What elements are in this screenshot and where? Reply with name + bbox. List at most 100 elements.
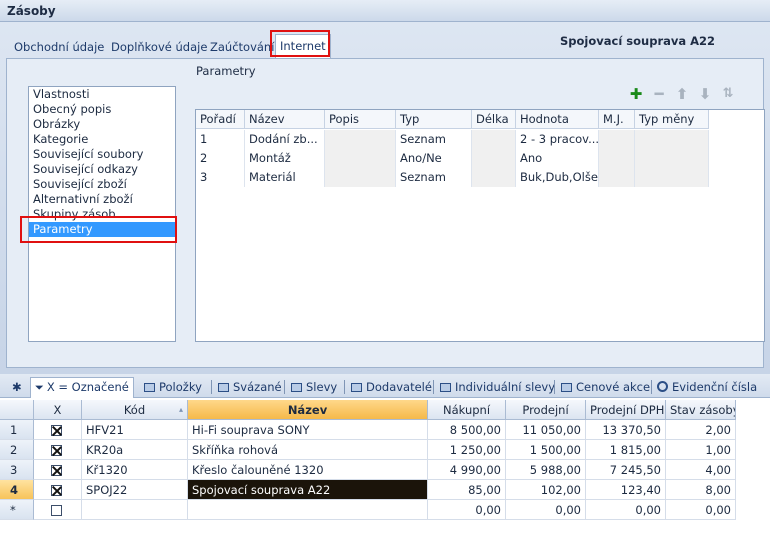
param-cell-hodnota[interactable]: Ano	[516, 149, 599, 168]
param-cell-delka[interactable]	[472, 149, 516, 168]
param-cell-typ[interactable]: Seznam	[396, 168, 472, 187]
sort-icon[interactable]: ⇅	[720, 86, 736, 102]
column-header-popis[interactable]: Popis	[325, 110, 396, 129]
param-cell-hodnota[interactable]: Buk,Dub,Olše	[516, 168, 599, 187]
cell-prodejni-dph[interactable]: 0,00	[586, 500, 666, 520]
param-cell-nazev[interactable]: Materiál	[245, 168, 325, 187]
row-header[interactable]: 2	[0, 440, 34, 460]
row-checkbox[interactable]	[34, 500, 82, 520]
param-cell-typ-meny[interactable]	[635, 130, 709, 149]
column-header-prodejni[interactable]: Prodejní	[506, 400, 586, 420]
column-header-kod[interactable]: Kód ▴	[82, 400, 188, 420]
cell-nakupni[interactable]: 8 500,00	[428, 420, 506, 440]
param-cell-popis[interactable]	[325, 168, 396, 187]
column-header-nakupni[interactable]: Nákupní	[428, 400, 506, 420]
column-header-typ[interactable]: Typ	[396, 110, 472, 129]
cell-kod[interactable]: HFV21	[82, 420, 188, 440]
column-header-delka[interactable]: Délka	[472, 110, 516, 129]
internet-nav-list[interactable]: Vlastnosti Obecný popis Obrázky Kategori…	[28, 86, 176, 342]
cell-nakupni[interactable]: 0,00	[428, 500, 506, 520]
nav-item-souvisejici-zbozi[interactable]: Související zboží	[29, 177, 175, 192]
row-header[interactable]: 3	[0, 460, 34, 480]
cell-prodejni[interactable]: 102,00	[506, 480, 586, 500]
move-down-icon[interactable]: ⬇	[697, 86, 713, 102]
cell-prodejni-dph[interactable]: 123,40	[586, 480, 666, 500]
nav-item-obrazky[interactable]: Obrázky	[29, 117, 175, 132]
tab-zauctovani[interactable]: Zaúčtování	[206, 36, 278, 58]
row-checkbox[interactable]	[34, 420, 82, 440]
cell-prodejni-dph[interactable]: 1 815,00	[586, 440, 666, 460]
add-icon[interactable]: ✚	[628, 86, 644, 102]
cell-stav-zasoby[interactable]: 1,00	[666, 440, 736, 460]
column-header-x[interactable]: X	[34, 400, 82, 420]
param-cell-poradi[interactable]: 1	[196, 130, 245, 149]
nav-item-obecny-popis[interactable]: Obecný popis	[29, 102, 175, 117]
param-cell-nazev[interactable]: Dodání zb...	[245, 130, 325, 149]
param-cell-typ[interactable]: Ano/Ne	[396, 149, 472, 168]
cell-prodejni-dph[interactable]: 7 245,50	[586, 460, 666, 480]
nav-item-vlastnosti[interactable]: Vlastnosti	[29, 87, 175, 102]
param-cell-typ-meny[interactable]	[635, 149, 709, 168]
cell-prodejni[interactable]: 0,00	[506, 500, 586, 520]
move-up-icon[interactable]: ⬆	[674, 86, 690, 102]
tab-internet[interactable]: Internet	[275, 34, 331, 58]
param-cell-mj[interactable]	[599, 168, 635, 187]
tab-oznacene[interactable]: ⏷ X = Označené	[30, 377, 134, 398]
asterisk-icon[interactable]: ✱	[12, 378, 22, 396]
column-header-mj[interactable]: M.J.	[599, 110, 635, 129]
tab-individualni-slevy[interactable]: Individuální slevy	[440, 378, 555, 396]
cell-kod[interactable]: Kř1320	[82, 460, 188, 480]
remove-icon[interactable]: ━	[651, 86, 667, 102]
cell-prodejni[interactable]: 5 988,00	[506, 460, 586, 480]
tab-polozky[interactable]: Položky	[144, 378, 202, 396]
nav-item-skupiny-zasob[interactable]: Skupiny zásob	[29, 207, 175, 222]
cell-nazev[interactable]: Skříňka rohová	[188, 440, 428, 460]
row-checkbox[interactable]	[34, 480, 82, 500]
tab-doplnkove-udaje[interactable]: Doplňkové údaje	[107, 36, 211, 58]
nav-item-parametry[interactable]: Parametry	[29, 222, 175, 237]
param-cell-poradi[interactable]: 3	[196, 168, 245, 187]
row-header[interactable]: 1	[0, 420, 34, 440]
column-header-prodejni-dph[interactable]: Prodejní DPH	[586, 400, 666, 420]
cell-stav-zasoby[interactable]: 2,00	[666, 420, 736, 440]
tab-dodavatele[interactable]: Dodavatelé	[351, 378, 432, 396]
cell-kod[interactable]	[82, 500, 188, 520]
column-header-poradi[interactable]: Pořadí	[196, 110, 245, 129]
cell-nazev-editing[interactable]: Spojovací souprava A22	[188, 480, 428, 500]
nav-item-alternativni-zbozi[interactable]: Alternativní zboží	[29, 192, 175, 207]
row-checkbox[interactable]	[34, 460, 82, 480]
param-cell-mj[interactable]	[599, 130, 635, 149]
column-header-nazev[interactable]: Název	[188, 400, 428, 420]
cell-nazev[interactable]	[188, 500, 428, 520]
row-header[interactable]: 4	[0, 480, 34, 500]
cell-prodejni[interactable]: 11 050,00	[506, 420, 586, 440]
param-cell-poradi[interactable]: 2	[196, 149, 245, 168]
nav-item-souvisejici-odkazy[interactable]: Související odkazy	[29, 162, 175, 177]
column-header-stav-zasoby[interactable]: Stav zásoby	[666, 400, 736, 420]
param-cell-hodnota[interactable]: 2 - 3 pracov...	[516, 130, 599, 149]
cell-nazev[interactable]: Hi-Fi souprava SONY	[188, 420, 428, 440]
cell-kod[interactable]: SPOJ22	[82, 480, 188, 500]
new-row-header[interactable]: *	[0, 500, 34, 520]
nav-item-souvisejici-soubory[interactable]: Související soubory	[29, 147, 175, 162]
tab-cenove-akce[interactable]: Cenové akce	[561, 378, 650, 396]
cell-nakupni[interactable]: 4 990,00	[428, 460, 506, 480]
param-cell-typ[interactable]: Seznam	[396, 130, 472, 149]
tab-obchodni-udaje[interactable]: Obchodní údaje	[10, 36, 108, 58]
cell-stav-zasoby[interactable]: 4,00	[666, 460, 736, 480]
column-header-typ-meny[interactable]: Typ měny	[635, 110, 709, 129]
param-cell-delka[interactable]	[472, 130, 516, 149]
cell-stav-zasoby[interactable]: 0,00	[666, 500, 736, 520]
cell-nakupni[interactable]: 1 250,00	[428, 440, 506, 460]
cell-nazev[interactable]: Křeslo čalouněné 1320	[188, 460, 428, 480]
cell-stav-zasoby[interactable]: 8,00	[666, 480, 736, 500]
cell-nakupni[interactable]: 85,00	[428, 480, 506, 500]
nav-item-kategorie[interactable]: Kategorie	[29, 132, 175, 147]
cell-kod[interactable]: KR20a	[82, 440, 188, 460]
param-cell-typ-meny[interactable]	[635, 168, 709, 187]
cell-prodejni[interactable]: 1 500,00	[506, 440, 586, 460]
column-header-nazev[interactable]: Název	[245, 110, 325, 129]
tab-evidencni-cisla[interactable]: Evidenční čísla	[657, 378, 757, 396]
param-cell-popis[interactable]	[325, 149, 396, 168]
column-header-hodnota[interactable]: Hodnota	[516, 110, 599, 129]
